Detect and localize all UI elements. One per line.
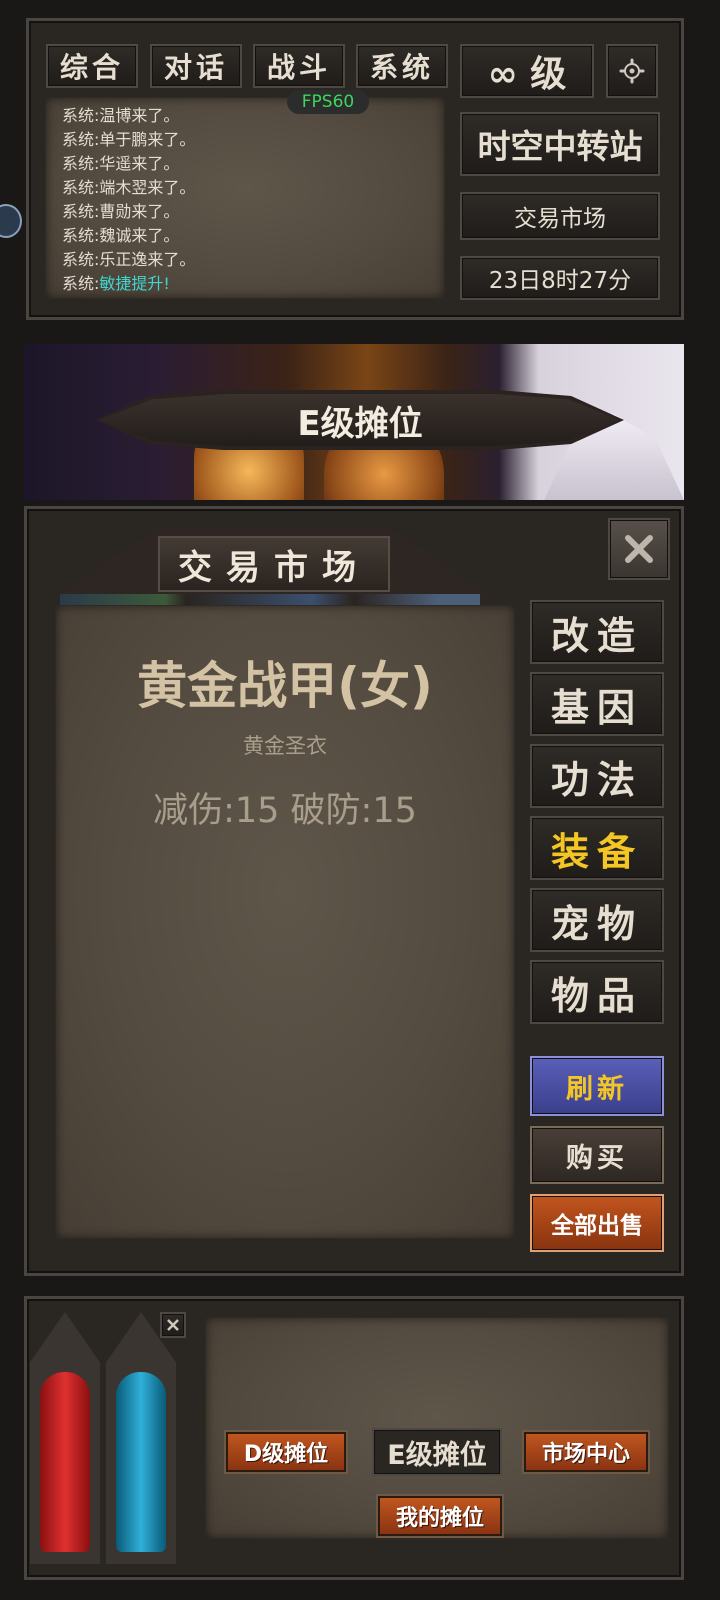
chat-message: 系统:乐正逸来了。 [62, 246, 195, 270]
chat-message: 系统:端木翌来了。 [62, 174, 195, 198]
chat-message: 系统:华遥来了。 [62, 150, 179, 174]
chat-message-prefix: 系统: [62, 154, 100, 173]
game-time: 23日8时27分 [460, 256, 660, 300]
sell-all-button[interactable]: 全部出售 [530, 1194, 664, 1252]
chat-message-prefix: 系统: [62, 274, 100, 293]
e-stall-button[interactable]: E级摊位 [372, 1428, 502, 1476]
chat-message-text: 单于鹏来了。 [99, 130, 196, 149]
chat-message: 系统:魏诚来了。 [62, 222, 179, 246]
chat-message-prefix: 系统: [62, 178, 100, 197]
close-icon [167, 1319, 179, 1331]
d-stall-button[interactable]: D级摊位 [226, 1432, 346, 1472]
category-tab[interactable]: 装备 [530, 816, 664, 880]
chat-message: 系统:单于鹏来了。 [62, 126, 195, 150]
fps-counter: FPS60 [287, 90, 369, 114]
sublocation-label[interactable]: 交易市场 [460, 192, 660, 240]
chat-message: 系统:温博来了。 [62, 102, 179, 126]
chat-message-text: 曹勋来了。 [99, 202, 180, 221]
buy-button[interactable]: 购买 [530, 1126, 664, 1184]
chat-message-prefix: 系统: [62, 202, 100, 221]
chat-message-text: 华遥来了。 [99, 154, 180, 173]
chat-message-text: 魏诚来了。 [99, 226, 180, 245]
chat-message-prefix: 系统: [62, 130, 100, 149]
chat-tab[interactable]: 对话 [150, 44, 242, 88]
chat-message-text: 乐正逸来了。 [99, 250, 196, 269]
close-icon [625, 535, 653, 563]
banner-title: E级摊位 [297, 403, 423, 444]
item-subtitle: 黄金圣衣 [243, 734, 327, 758]
side-indicator[interactable] [0, 204, 22, 238]
category-tab[interactable]: 功法 [530, 744, 664, 808]
gear-icon [619, 58, 645, 84]
banner-plaque: E级摊位 [96, 382, 624, 458]
refresh-button[interactable]: 刷新 [530, 1056, 664, 1116]
chat-message: 系统:敏捷提升! [62, 270, 170, 294]
chat-tab[interactable]: 综合 [46, 44, 138, 88]
item-detail-card: 黄金战甲(女) 黄金圣衣 减伤:15 破防:15 [56, 606, 514, 1238]
chat-message-prefix: 系统: [62, 250, 100, 269]
market-title-plaque: 交易市场 [56, 526, 492, 598]
my-stall-button[interactable]: 我的摊位 [378, 1496, 502, 1536]
item-name: 黄金战甲(女) [137, 657, 433, 715]
market-title: 交易市场 [178, 547, 370, 588]
item-stats: 减伤:15 破防:15 [153, 791, 417, 831]
chat-message: 系统:曹勋来了。 [62, 198, 179, 222]
small-close-button[interactable] [160, 1312, 186, 1338]
chat-tab[interactable]: 系统 [356, 44, 448, 88]
health-bar [30, 1312, 100, 1564]
category-tab[interactable]: 基因 [530, 672, 664, 736]
chat-log: 系统:温博来了。 系统:单于鹏来了。 系统:华遥来了。 系统:端木翌来了。 系统:曹勋来… [46, 98, 444, 298]
chat-message-text: 端木翌来了。 [99, 178, 196, 197]
market-center-button[interactable]: 市场中心 [524, 1432, 648, 1472]
chat-tab[interactable]: 战斗 [253, 44, 345, 88]
chat-message-text: 敏捷提升! [99, 274, 170, 293]
mana-bar [106, 1312, 176, 1564]
category-tab[interactable]: 改造 [530, 600, 664, 664]
close-button[interactable] [608, 518, 670, 580]
settings-button[interactable] [606, 44, 658, 98]
location-title[interactable]: 时空中转站 [460, 112, 660, 176]
chat-message-prefix: 系统: [62, 106, 100, 125]
chat-message-text: 温博来了。 [99, 106, 180, 125]
category-tab[interactable]: 物品 [530, 960, 664, 1024]
level-display: ∞ 级 [460, 44, 594, 98]
category-tab[interactable]: 宠物 [530, 888, 664, 952]
chat-message-prefix: 系统: [62, 226, 100, 245]
